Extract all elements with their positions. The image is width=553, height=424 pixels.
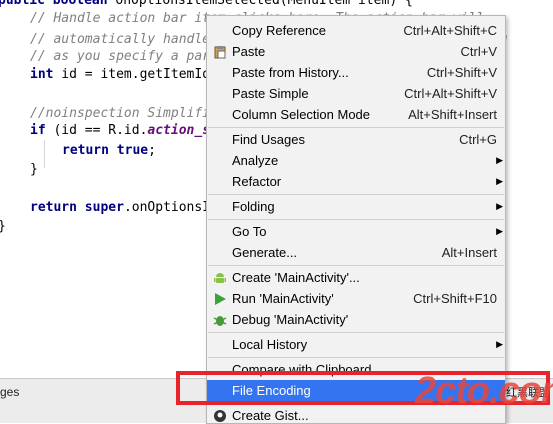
menu-item-label: Find Usages: [232, 132, 305, 147]
menu-item-label: Paste Simple: [232, 86, 309, 101]
menu-item-label: Local History: [232, 337, 308, 352]
menu-item-debug-mainactivity[interactable]: Debug 'MainActivity': [207, 309, 505, 330]
code-line: }: [30, 162, 38, 177]
code-line: }: [0, 217, 6, 237]
menu-item-shortcut: Ctrl+Shift+V: [426, 65, 497, 80]
menu-item-local-history[interactable]: Local History ▶: [207, 334, 505, 355]
menu-item-label: Paste from History...: [232, 65, 349, 80]
code-line: int id = item.getItemId();: [30, 67, 234, 82]
menu-separator: [208, 332, 504, 333]
android-icon: [213, 270, 227, 284]
menu-item-shortcut: Alt+Insert: [441, 245, 497, 260]
submenu-arrow-icon: ▶: [496, 226, 503, 236]
menu-item-label: Run 'MainActivity': [232, 291, 334, 306]
menu-item-label: Go To: [232, 224, 267, 239]
menu-separator: [208, 219, 504, 220]
menu-item-shortcut: Alt+Shift+Insert: [408, 107, 497, 122]
menu-item-shortcut: Ctrl+V: [460, 44, 497, 59]
run-icon: [213, 291, 227, 305]
menu-item-label: Generate...: [232, 245, 298, 260]
menu-item-paste-simple[interactable]: Paste Simple Ctrl+Alt+Shift+V: [207, 83, 505, 104]
context-menu: Copy Reference Ctrl+Alt+Shift+C Paste Ct…: [206, 15, 506, 424]
submenu-arrow-icon: ▶: [496, 155, 503, 165]
menu-item-column-selection-mode[interactable]: Column Selection Mode Alt+Shift+Insert: [207, 104, 505, 125]
menu-item-label: Paste: [232, 44, 266, 59]
menu-item-label: Create 'MainActivity'...: [232, 270, 360, 285]
menu-item-label: Column Selection Mode: [232, 107, 371, 122]
submenu-arrow-icon: ▶: [496, 176, 503, 186]
code-line: return true;: [62, 143, 156, 158]
menu-separator: [208, 194, 504, 195]
menu-item-shortcut: Ctrl+Shift+F10: [413, 291, 497, 306]
menu-item-shortcut: Ctrl+G: [459, 132, 497, 147]
indent-guide: [44, 140, 45, 168]
messages-tab[interactable]: ges: [0, 385, 19, 399]
menu-item-label: Copy Reference: [232, 23, 326, 38]
menu-item-find-usages[interactable]: Find Usages Ctrl+G: [207, 129, 505, 150]
menu-item-refactor[interactable]: Refactor ▶: [207, 171, 505, 192]
submenu-arrow-icon: ▶: [496, 201, 503, 211]
menu-item-create-mainactivity[interactable]: Create 'MainActivity'...: [207, 267, 505, 288]
menu-separator: [208, 357, 504, 358]
menu-separator: [208, 265, 504, 266]
clipboard-icon: [213, 44, 227, 59]
menu-item-go-to[interactable]: Go To ▶: [207, 221, 505, 242]
menu-item-label: Refactor: [232, 174, 282, 189]
menu-item-paste-from-history[interactable]: Paste from History... Ctrl+Shift+V: [207, 62, 505, 83]
menu-item-label: Debug 'MainActivity': [232, 312, 349, 327]
menu-separator: [208, 127, 504, 128]
menu-item-copy-reference[interactable]: Copy Reference Ctrl+Alt+Shift+C: [207, 20, 505, 41]
debug-icon: [213, 312, 227, 326]
menu-item-folding[interactable]: Folding ▶: [207, 196, 505, 217]
submenu-arrow-icon: ▶: [496, 339, 503, 349]
menu-item-generate[interactable]: Generate... Alt+Insert: [207, 242, 505, 263]
menu-item-run-mainactivity[interactable]: Run 'MainActivity' Ctrl+Shift+F10: [207, 288, 505, 309]
github-icon: [213, 408, 227, 422]
watermark-logo: 2cto.com: [415, 370, 553, 412]
menu-item-label: Analyze: [232, 153, 279, 168]
menu-item-label: Folding: [232, 199, 275, 214]
menu-item-paste[interactable]: Paste Ctrl+V: [207, 41, 505, 62]
menu-item-shortcut: Ctrl+Alt+Shift+C: [403, 23, 497, 38]
menu-item-analyze[interactable]: Analyze ▶: [207, 150, 505, 171]
menu-item-label: Create Gist...: [232, 408, 309, 423]
menu-item-shortcut: Ctrl+Alt+Shift+V: [404, 86, 497, 101]
